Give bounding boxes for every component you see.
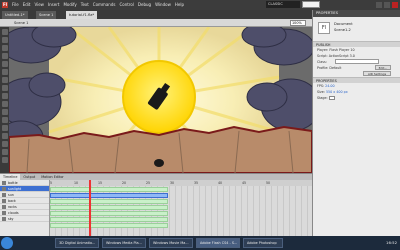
stroke-color-icon[interactable] [1, 149, 8, 155]
stage-label: Stage: [317, 96, 328, 100]
frame-span[interactable] [50, 223, 168, 228]
class-input[interactable] [335, 59, 379, 64]
playhead[interactable] [89, 180, 91, 237]
taskbar-item-active[interactable]: Adobe Flash CS4 - S... [196, 238, 240, 248]
size-value[interactable]: 550 x 400 px [326, 90, 348, 94]
tools-panel [0, 27, 9, 173]
eraser-icon[interactable] [1, 125, 8, 131]
timeline-panel: Timeline Output Motion Editor bottle sun… [0, 173, 312, 237]
menu-bar: File Edit View Insert Modify Text Comman… [12, 2, 184, 8]
document-icon: Fl [318, 22, 330, 34]
pencil-icon[interactable] [1, 93, 8, 99]
air-row: AIR Settings [313, 71, 400, 77]
document-tabs: Untitled-1* Scene 1 tutorial-f1.fla* [0, 10, 312, 19]
minimize-icon[interactable] [376, 2, 382, 8]
document-name: Scene1-2 [334, 28, 351, 32]
layer-icon [2, 187, 6, 191]
air-settings-button[interactable]: AIR Settings [363, 71, 391, 76]
menu-text[interactable]: Text [81, 2, 89, 8]
menu-window[interactable]: Window [155, 2, 171, 8]
pen-icon[interactable] [1, 61, 8, 67]
lasso-icon[interactable] [1, 53, 8, 59]
layer-icon [2, 205, 6, 209]
windows-taskbar: 3D Digital Animatio... Windows Media Pla… [0, 236, 400, 250]
fill-color-icon[interactable] [1, 157, 8, 163]
stage-row: Stage: [313, 95, 400, 101]
stage-artwork [9, 27, 312, 173]
tab-tutorial[interactable]: tutorial-f1.fla* [66, 11, 98, 19]
workspace-switcher[interactable]: CLASSIC [266, 1, 300, 8]
taskbar-item[interactable]: Adobe Photoshop [243, 238, 283, 248]
tab-untitled[interactable]: Untitled-1* [2, 11, 28, 19]
zoom-select[interactable]: 100% [290, 20, 306, 26]
properties-panel: PROPERTIES Fl Document Scene1-2 PUBLISH … [312, 10, 400, 236]
brush-icon[interactable] [1, 101, 8, 107]
document-label: Document [334, 22, 353, 26]
menu-control[interactable]: Control [119, 2, 133, 8]
title-bar: Fl File Edit View Insert Modify Text Com… [0, 0, 400, 10]
eyedropper-icon[interactable] [1, 117, 8, 123]
stage-canvas[interactable] [9, 27, 312, 173]
zoom-tool-icon[interactable] [1, 141, 8, 147]
frame-span[interactable] [50, 211, 168, 216]
system-clock: 16:52 [386, 240, 397, 245]
menu-help[interactable]: Help [175, 2, 184, 8]
eye-shape [154, 159, 164, 167]
paint-bucket-icon[interactable] [1, 109, 8, 115]
menu-edit[interactable]: Edit [23, 2, 31, 8]
frame-span-selected[interactable] [50, 193, 168, 198]
layer-icon [2, 181, 6, 185]
menu-modify[interactable]: Modify [63, 2, 76, 8]
menu-file[interactable]: File [12, 2, 19, 8]
layer-row[interactable]: sky [0, 216, 49, 222]
edit-bar: Scene 1 100% [0, 19, 312, 27]
class-label: Class: [317, 60, 327, 64]
frame-grid[interactable]: 5 10 15 20 25 30 35 40 45 50 [50, 180, 312, 237]
layer-list: bottle sunlight sun back rocks clouds sk… [0, 180, 50, 237]
frame-span[interactable] [50, 205, 168, 210]
menu-commands[interactable]: Commands [93, 2, 116, 8]
start-button[interactable] [1, 237, 13, 249]
hand-tool-icon[interactable] [1, 133, 8, 139]
scene-label[interactable]: Scene 1 [14, 20, 28, 26]
menu-debug[interactable]: Debug [138, 2, 151, 8]
line-tool-icon[interactable] [1, 77, 8, 83]
fps-label: FPS: [317, 84, 325, 88]
maximize-icon[interactable] [384, 2, 390, 8]
panel-title[interactable]: PROPERTIES [313, 10, 400, 17]
subselection-tool-icon[interactable] [1, 37, 8, 43]
menu-view[interactable]: View [34, 2, 44, 8]
stage-color-swatch[interactable] [328, 96, 335, 100]
taskbar-item[interactable]: Windows Media Pla... [102, 238, 146, 248]
frame-span[interactable] [50, 187, 168, 192]
close-icon[interactable] [392, 2, 398, 8]
selection-tool-icon[interactable] [1, 29, 8, 35]
free-transform-icon[interactable] [1, 45, 8, 51]
fps-value[interactable]: 24.00 [325, 84, 334, 88]
flash-logo-icon: Fl [2, 2, 8, 8]
edit-profile-button[interactable]: Edit... [375, 65, 391, 70]
taskbar-item[interactable]: Windows Movie Ma... [149, 238, 193, 248]
document-info: Fl Document Scene1-2 [316, 20, 397, 38]
frame-span[interactable] [50, 199, 168, 204]
tab-scene[interactable]: Scene 1 [36, 11, 57, 19]
menu-insert[interactable]: Insert [48, 2, 59, 8]
search-input[interactable] [302, 1, 320, 8]
layer-icon [2, 193, 6, 197]
frame-span[interactable] [50, 217, 168, 222]
size-label: Size: [317, 90, 325, 94]
taskbar-item[interactable]: 3D Digital Animatio... [55, 238, 99, 248]
layer-icon [2, 211, 6, 215]
layer-icon [2, 217, 6, 221]
text-tool-icon[interactable] [1, 69, 8, 75]
layer-icon [2, 199, 6, 203]
profile-label: Profile: Default [317, 66, 342, 70]
rectangle-tool-icon[interactable] [1, 85, 8, 91]
window-controls [376, 2, 398, 8]
